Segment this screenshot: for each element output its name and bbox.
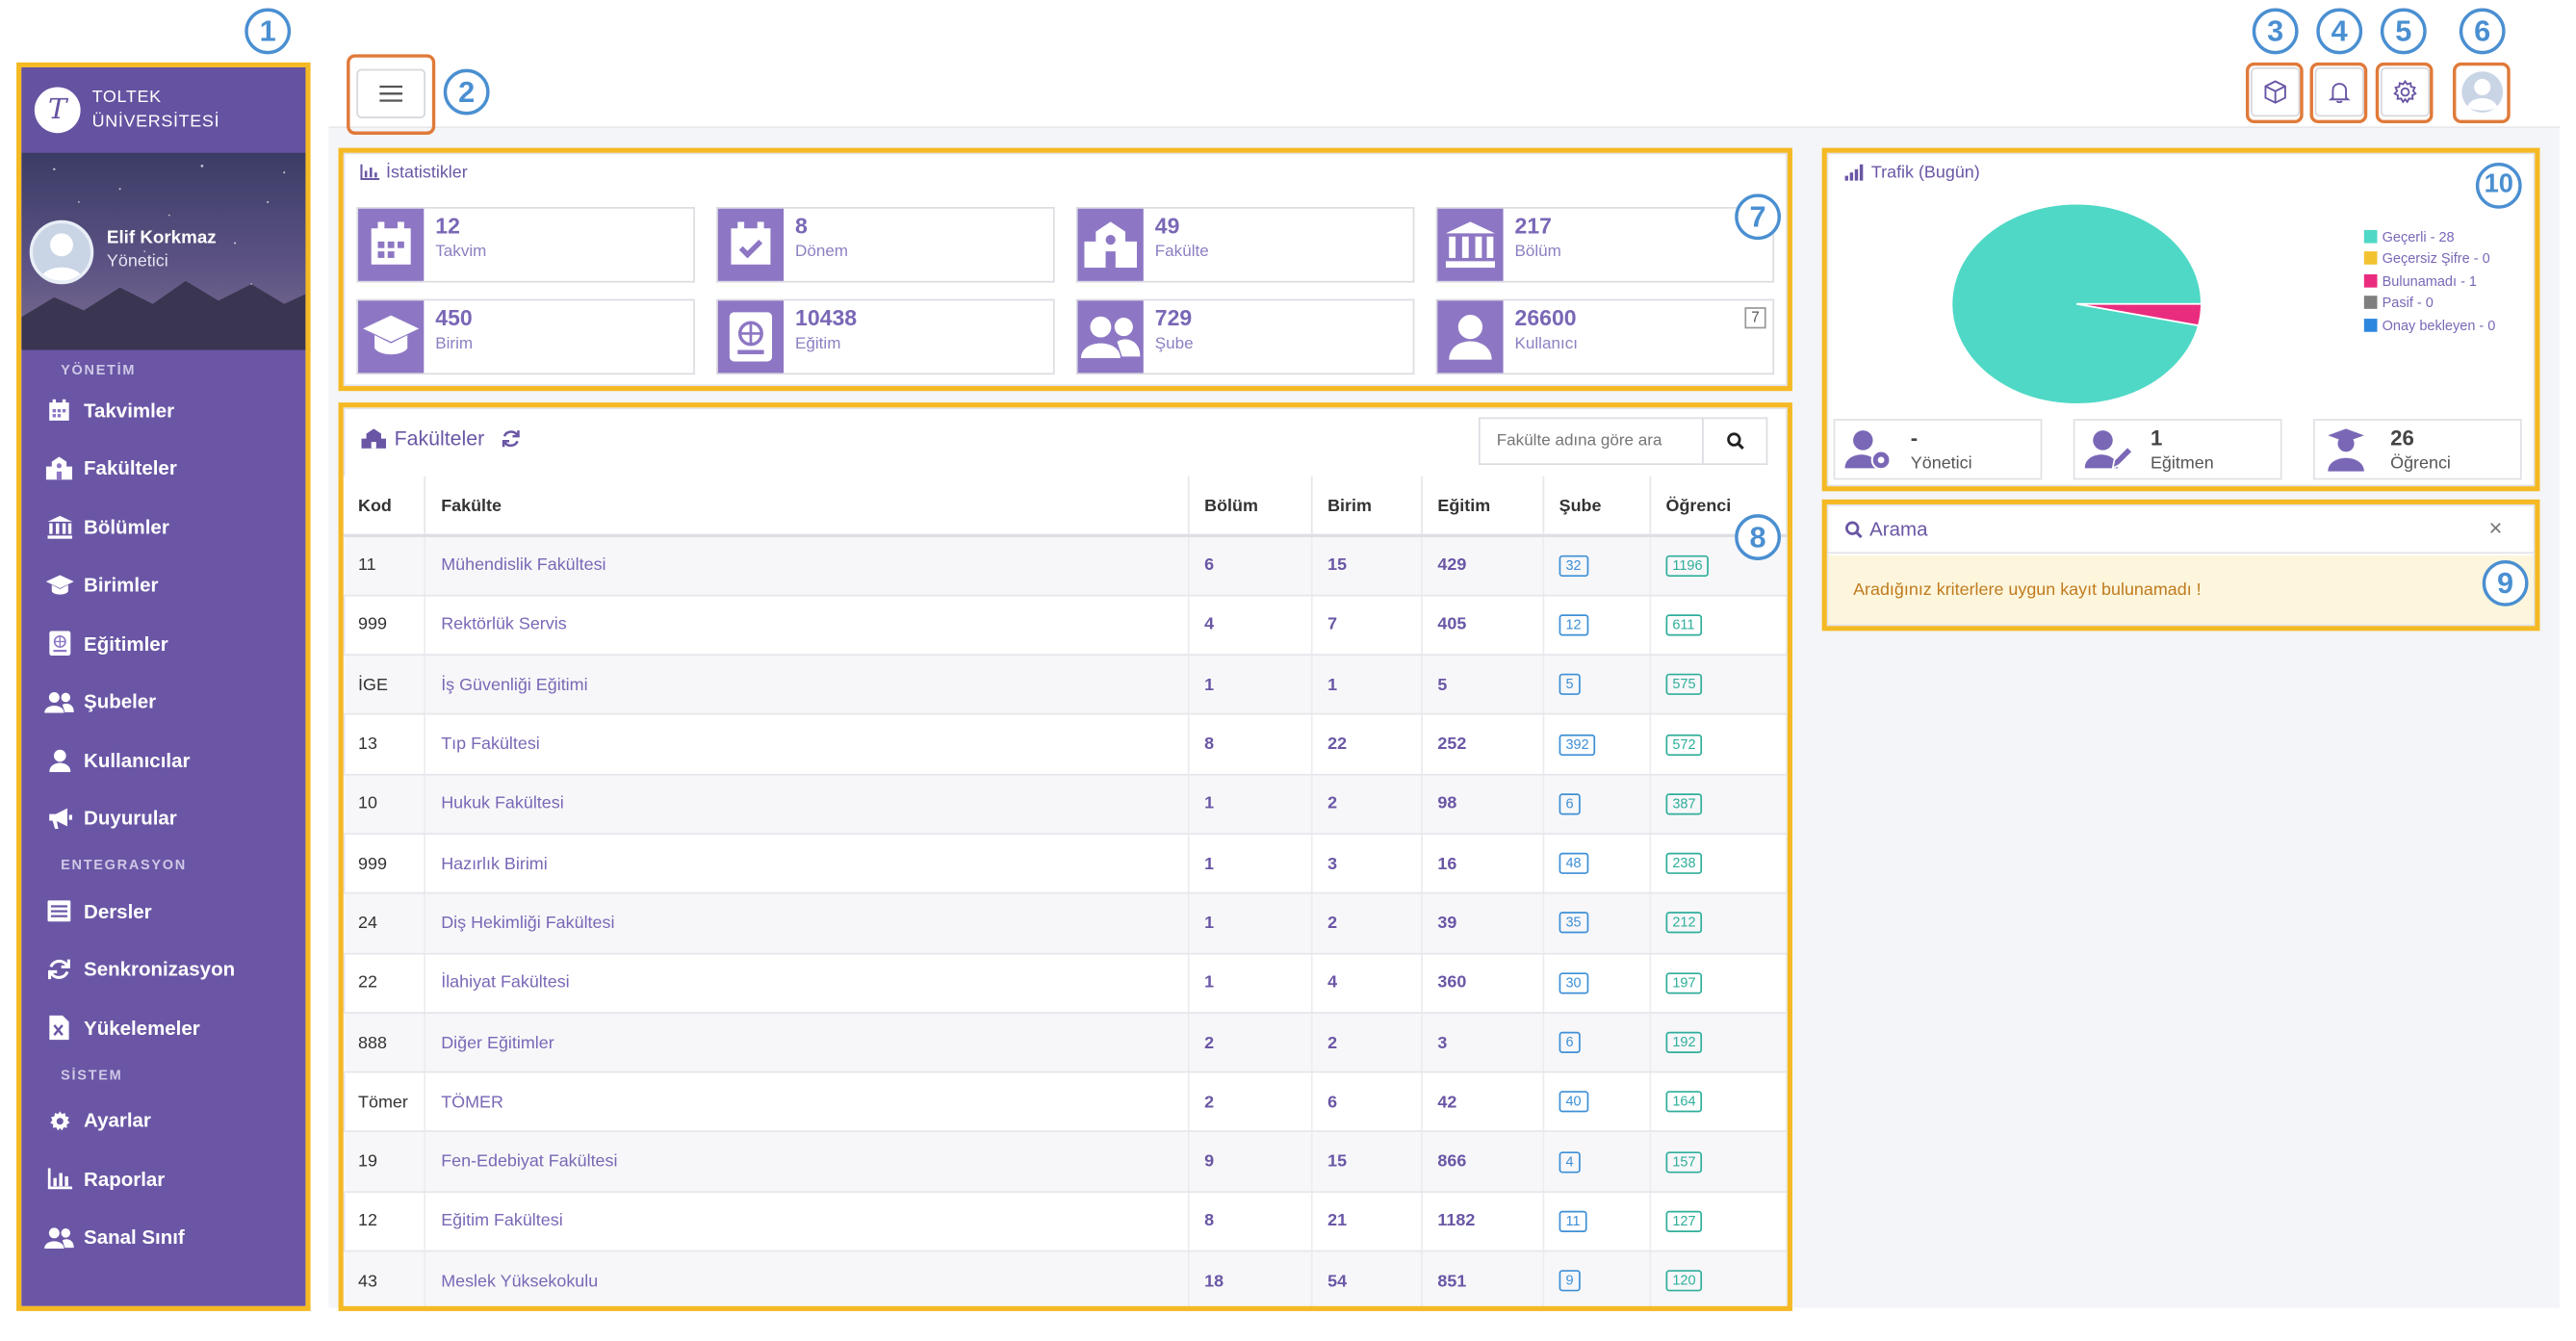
highlight-bell [2309, 62, 2368, 123]
highlight-menu-toggle [347, 54, 436, 135]
highlight-cube [2245, 62, 2304, 123]
annotation-badge-5: 5 [2380, 8, 2427, 55]
highlight-search [1821, 499, 2540, 632]
annotation-badge-6: 6 [2459, 8, 2506, 55]
highlight-traffic [1821, 147, 2540, 492]
highlight-settings [2375, 62, 2434, 123]
annotation-badge-4: 4 [2316, 8, 2363, 55]
annotation-badge-1: 1 [245, 8, 292, 55]
highlight-faculties [338, 402, 1792, 1311]
highlight-statistics [338, 147, 1792, 392]
top-bar [328, 62, 2560, 129]
annotation-badge-9: 9 [2482, 559, 2529, 606]
highlight-avatar [2452, 62, 2511, 123]
annotation-badge-10: 10 [2475, 162, 2522, 209]
annotation-badge-8: 8 [1735, 514, 1781, 560]
annotation-badge-2: 2 [443, 68, 490, 116]
highlight-sidebar [16, 62, 311, 1311]
annotation-badge-7: 7 [1735, 193, 1781, 241]
annotation-badge-3: 3 [2252, 8, 2299, 55]
